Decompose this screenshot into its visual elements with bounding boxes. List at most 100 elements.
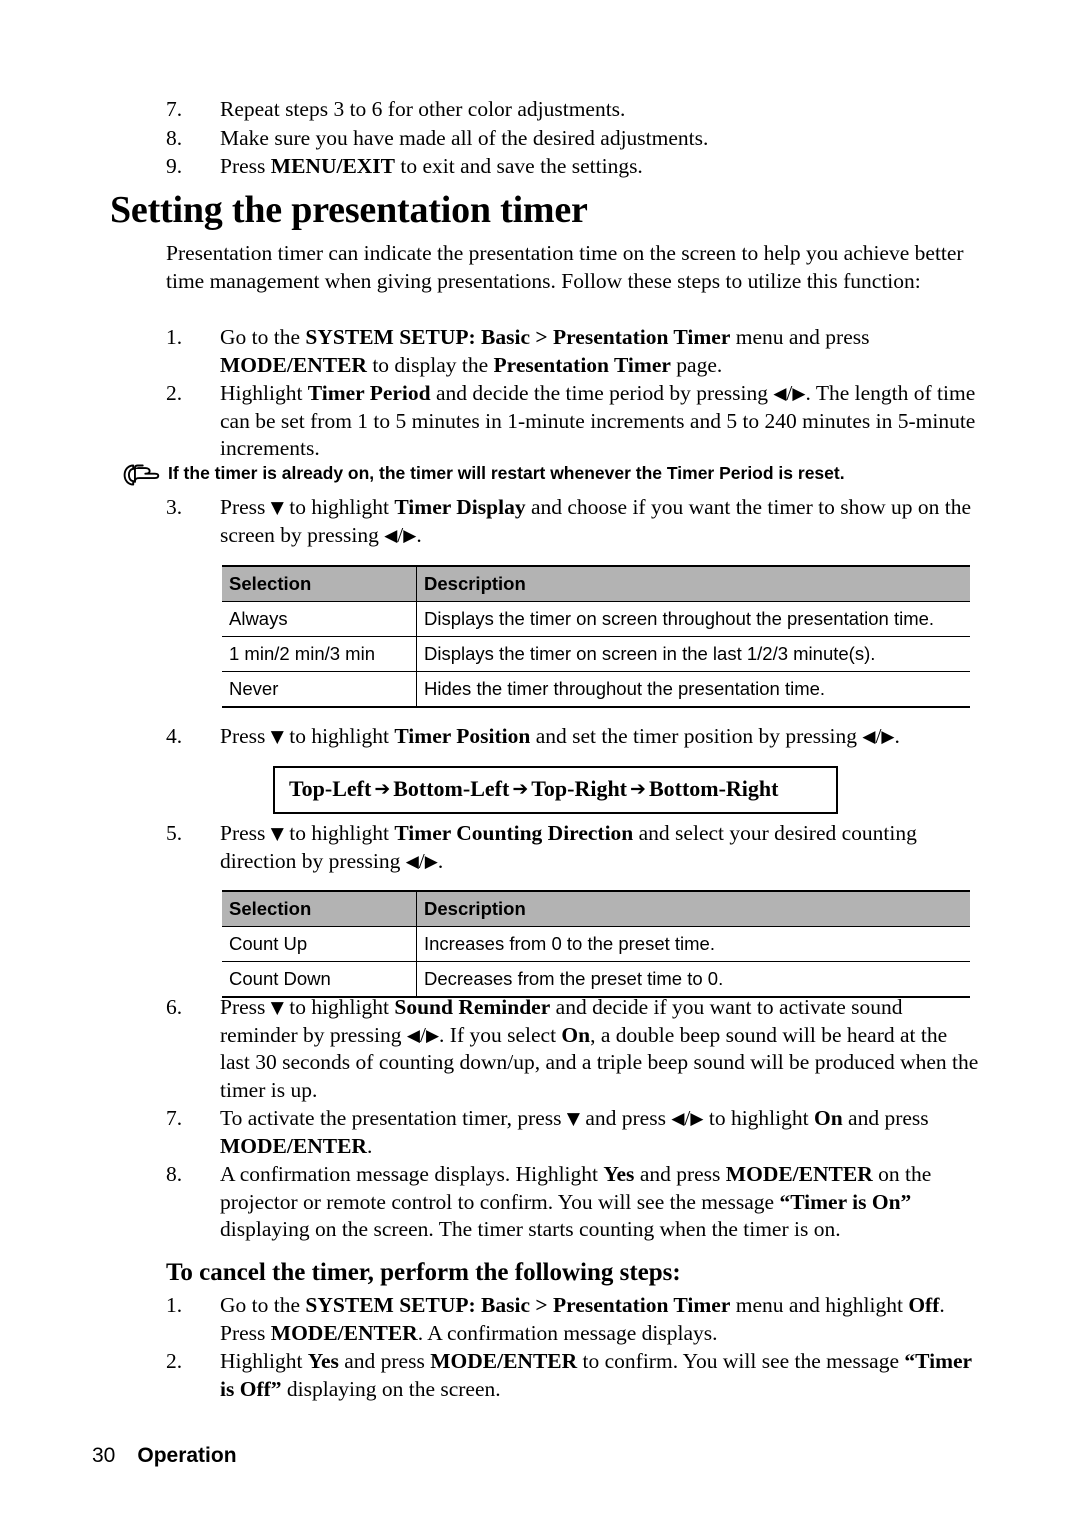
table-header-description: Description: [416, 890, 970, 927]
list-item: 7. To activate the presentation timer, p…: [166, 1105, 980, 1160]
table-cell-selection: Count Up: [222, 926, 417, 962]
list-item-text: Press MENU/EXIT to exit and save the set…: [220, 153, 980, 181]
table-header-description: Description: [416, 565, 970, 602]
left-arrow-key-icon: ◀: [773, 384, 787, 404]
list-item: 1. Go to the SYSTEM SETUP: Basic > Prese…: [166, 324, 980, 379]
table-header-selection: Selection: [222, 890, 417, 927]
list-item-text: Press ▼ to highlight Timer Counting Dire…: [220, 820, 980, 875]
text-run: Highlight: [220, 1349, 308, 1373]
cancel-timer-steps: 1. Go to the SYSTEM SETUP: Basic > Prese…: [166, 1292, 980, 1404]
list-item: 9. Press MENU/EXIT to exit and save the …: [166, 153, 980, 181]
text-run: menu and highlight: [730, 1293, 909, 1317]
text-run: Press: [220, 995, 271, 1019]
menu-item-timer-display: Timer Display: [394, 495, 526, 519]
text-run: and set the timer position by pressing: [530, 724, 863, 748]
text-run: and decide the time period by pressing: [430, 381, 774, 405]
list-item-text: Press ▼ to highlight Sound Reminder and …: [220, 994, 980, 1104]
top-steps-list: 7. Repeat steps 3 to 6 for other color a…: [166, 96, 980, 182]
text-run: to highlight: [283, 995, 395, 1019]
list-item: 4. Press ▼ to highlight Timer Position a…: [166, 723, 980, 751]
down-arrow-key-icon: ▼: [270, 727, 284, 747]
document-page: 7. Repeat steps 3 to 6 for other color a…: [0, 0, 1080, 1529]
text-run: to highlight: [283, 724, 395, 748]
text-run: displaying on the screen.: [281, 1376, 501, 1401]
option-off: Off: [908, 1293, 940, 1317]
list-item: 2. Highlight Timer Period and decide the…: [166, 380, 980, 463]
text-run: Go to the: [220, 325, 306, 349]
section-subheading: To cancel the timer, perform the followi…: [166, 1259, 681, 1286]
table-header-row: Selection Description: [222, 565, 970, 602]
list-item-number: 2.: [166, 1349, 183, 1373]
list-item-number: 1.: [166, 325, 183, 349]
right-arrow-key-icon: ▶: [792, 384, 806, 404]
list-item-text: Repeat steps 3 to 6 for other color adju…: [220, 96, 980, 124]
list-item: 2. Highlight Yes and press MODE/ENTER to…: [166, 1348, 980, 1403]
text-run: and press: [634, 1162, 726, 1186]
left-arrow-key-icon: ◀: [384, 525, 398, 546]
text-run: .: [366, 1133, 373, 1158]
menu-path-label: SYSTEM SETUP: Basic > Presentation Timer: [305, 325, 731, 349]
key-label-mode-enter: MODE/ENTER: [220, 1133, 367, 1158]
footer-page-number: 30: [92, 1444, 116, 1467]
list-item: 6. Press ▼ to highlight Sound Reminder a…: [166, 994, 980, 1104]
table-row: Never Hides the timer throughout the pre…: [222, 671, 970, 708]
menu-path-label: SYSTEM SETUP: Basic > Presentation Timer: [305, 1293, 731, 1317]
right-arrow-key-icon: ▶: [881, 727, 895, 747]
timer-position-sequence-box: Top-Left ➔ Bottom-Left ➔ Top-Right ➔ Bottom-Ri…: [273, 766, 838, 814]
arrow-right-icon: ➔: [512, 778, 529, 800]
timer-setup-steps-part1: 1. Go to the SYSTEM SETUP: Basic > Prese…: [166, 324, 980, 464]
table-header-row: Selection Description: [222, 890, 970, 927]
option-on: On: [561, 1022, 591, 1047]
text-run: Go to the: [220, 1293, 306, 1317]
table-cell-selection: Never: [222, 671, 417, 708]
left-arrow-key-icon: ◀: [671, 1109, 685, 1129]
page-title: Setting the presentation timer: [110, 189, 588, 231]
text-run: to highlight: [703, 1106, 814, 1130]
text-run: to highlight: [283, 821, 395, 845]
timer-setup-step4: 4. Press ▼ to highlight Timer Position a…: [166, 723, 980, 752]
note-text: If the timer is already on, the timer wi…: [168, 463, 845, 483]
text-run: Highlight: [220, 381, 308, 405]
right-arrow-key-icon: ▶: [403, 525, 417, 546]
menu-item-timer-counting-direction: Timer Counting Direction: [394, 821, 634, 845]
intro-paragraph: Presentation timer can indicate the pres…: [166, 241, 964, 293]
list-item-text: Highlight Yes and press MODE/ENTER to co…: [220, 1348, 980, 1403]
text-run: Press: [220, 821, 271, 845]
position-option-top-left: Top-Left: [289, 776, 372, 801]
list-item-number: 6.: [166, 995, 183, 1019]
option-yes: Yes: [307, 1349, 339, 1373]
list-item-number: 7.: [166, 1106, 183, 1130]
left-arrow-key-icon: ◀: [406, 1025, 420, 1046]
text-run: to exit and save the settings.: [395, 154, 643, 178]
table-row: Always Displays the timer on screen thro…: [222, 601, 970, 637]
text-run: displaying on the screen. The timer star…: [220, 1217, 841, 1241]
list-item-text: Press ▼ to highlight Timer Position and …: [220, 723, 980, 751]
down-arrow-key-icon: ▼: [270, 824, 284, 844]
list-item-number: 8.: [166, 125, 183, 150]
list-item: 5. Press ▼ to highlight Timer Counting D…: [166, 820, 980, 875]
menu-item-sound-reminder: Sound Reminder: [394, 995, 551, 1019]
text-run: . A confirmation message displays.: [417, 1320, 718, 1345]
list-item-number: 2.: [166, 381, 183, 405]
position-option-bottom-left: Bottom-Left: [393, 776, 510, 801]
text-run: and press: [338, 1349, 431, 1373]
text-run: Press: [220, 495, 271, 519]
table-cell-description: Decreases from the preset time to 0.: [416, 961, 970, 998]
option-on: On: [813, 1106, 843, 1130]
key-label-menu-exit: MENU/EXIT: [270, 154, 396, 178]
note-callout: If the timer is already on, the timer wi…: [122, 461, 982, 487]
text-run: and press: [579, 1106, 672, 1130]
list-item-text: Go to the SYSTEM SETUP: Basic > Presenta…: [220, 324, 980, 379]
message-timer-is-on: “Timer is On”: [779, 1189, 912, 1214]
text-run: Press: [220, 724, 271, 748]
table-cell-selection: Always: [222, 601, 417, 637]
list-item: 8. Make sure you have made all of the de…: [166, 125, 980, 153]
menu-item-timer-period: Timer Period: [307, 381, 431, 405]
arrow-right-icon: ➔: [374, 778, 391, 800]
position-option-bottom-right: Bottom-Right: [648, 776, 779, 801]
list-item-number: 7.: [166, 97, 183, 121]
text-run: to highlight: [283, 495, 395, 519]
text-run: A confirmation message displays. Highlig…: [220, 1162, 604, 1186]
menu-item-timer-position: Timer Position: [394, 724, 531, 748]
table-cell-description: Increases from 0 to the preset time.: [416, 926, 970, 962]
